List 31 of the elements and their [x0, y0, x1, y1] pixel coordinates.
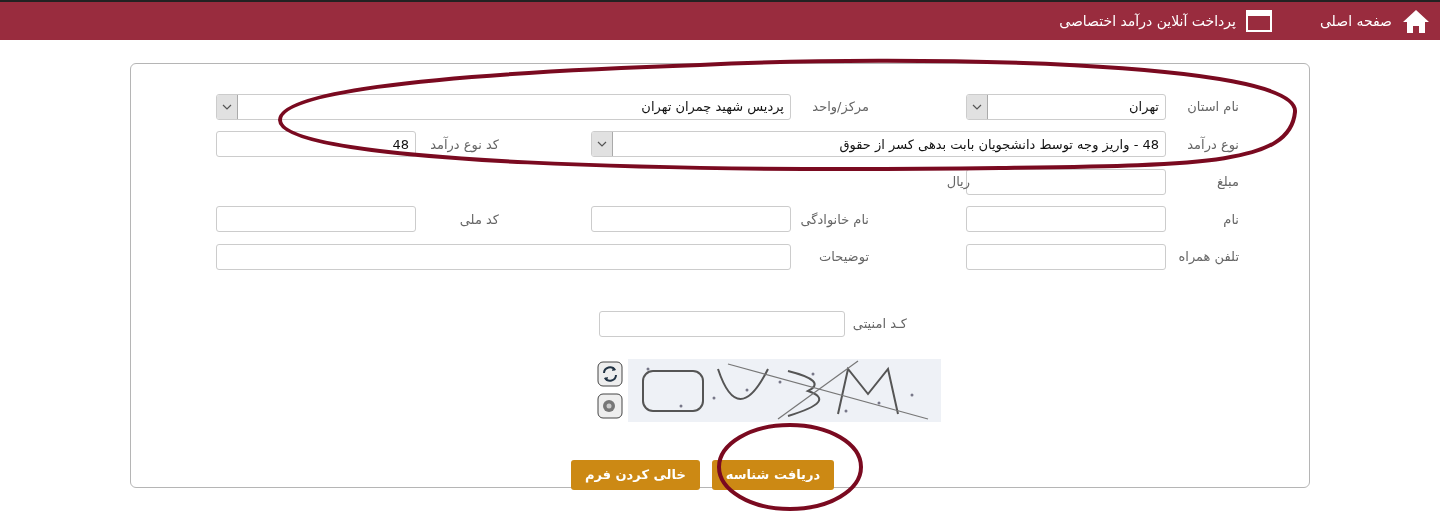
chevron-down-icon — [592, 132, 613, 157]
input-field[interactable] — [966, 243, 1166, 270]
field-label: توضیحات — [818, 249, 870, 265]
field-label: نوع درآمد — [1186, 136, 1240, 152]
dropdown[interactable]: 48 - واریز وجه توسط دانشجویان بابت بدهی کسر از حقوق — [591, 131, 1166, 158]
dropdown[interactable]: تهران — [966, 93, 1166, 120]
unit-label: ریال — [946, 174, 970, 190]
field-label: نام — [1222, 211, 1240, 227]
field-label: کـد امنیتی — [852, 316, 908, 331]
nav-link[interactable]: صفحه اصلی — [1319, 8, 1430, 34]
field-label: نام خانوادگی — [799, 211, 870, 227]
field-label: مرکز/واحد — [811, 99, 870, 115]
input-field[interactable] — [216, 243, 791, 270]
window-icon — [1245, 10, 1272, 32]
field-label: تلفن همراه — [1177, 249, 1240, 265]
nav-link[interactable]: پرداخت آنلاین درآمد اختصاصی — [1059, 10, 1272, 32]
input-field[interactable] — [598, 310, 845, 337]
input-field[interactable] — [216, 206, 416, 233]
field-label: مبلغ — [1215, 174, 1240, 190]
input-field[interactable]: 48 — [216, 131, 416, 158]
input-field[interactable] — [966, 206, 1166, 233]
home-icon — [1402, 8, 1430, 34]
chevron-down-icon — [967, 94, 988, 119]
dropdown[interactable]: پردیس شهید چمران تهران — [216, 93, 791, 120]
field-label: کد نوع درآمد — [429, 136, 500, 152]
field-label: کد ملی — [458, 211, 500, 227]
refresh-icon[interactable] — [597, 360, 623, 387]
input-field[interactable] — [591, 206, 791, 233]
chevron-down-icon — [217, 94, 238, 119]
field-label: نام استان — [1186, 99, 1240, 115]
speaker-icon[interactable] — [597, 392, 623, 419]
